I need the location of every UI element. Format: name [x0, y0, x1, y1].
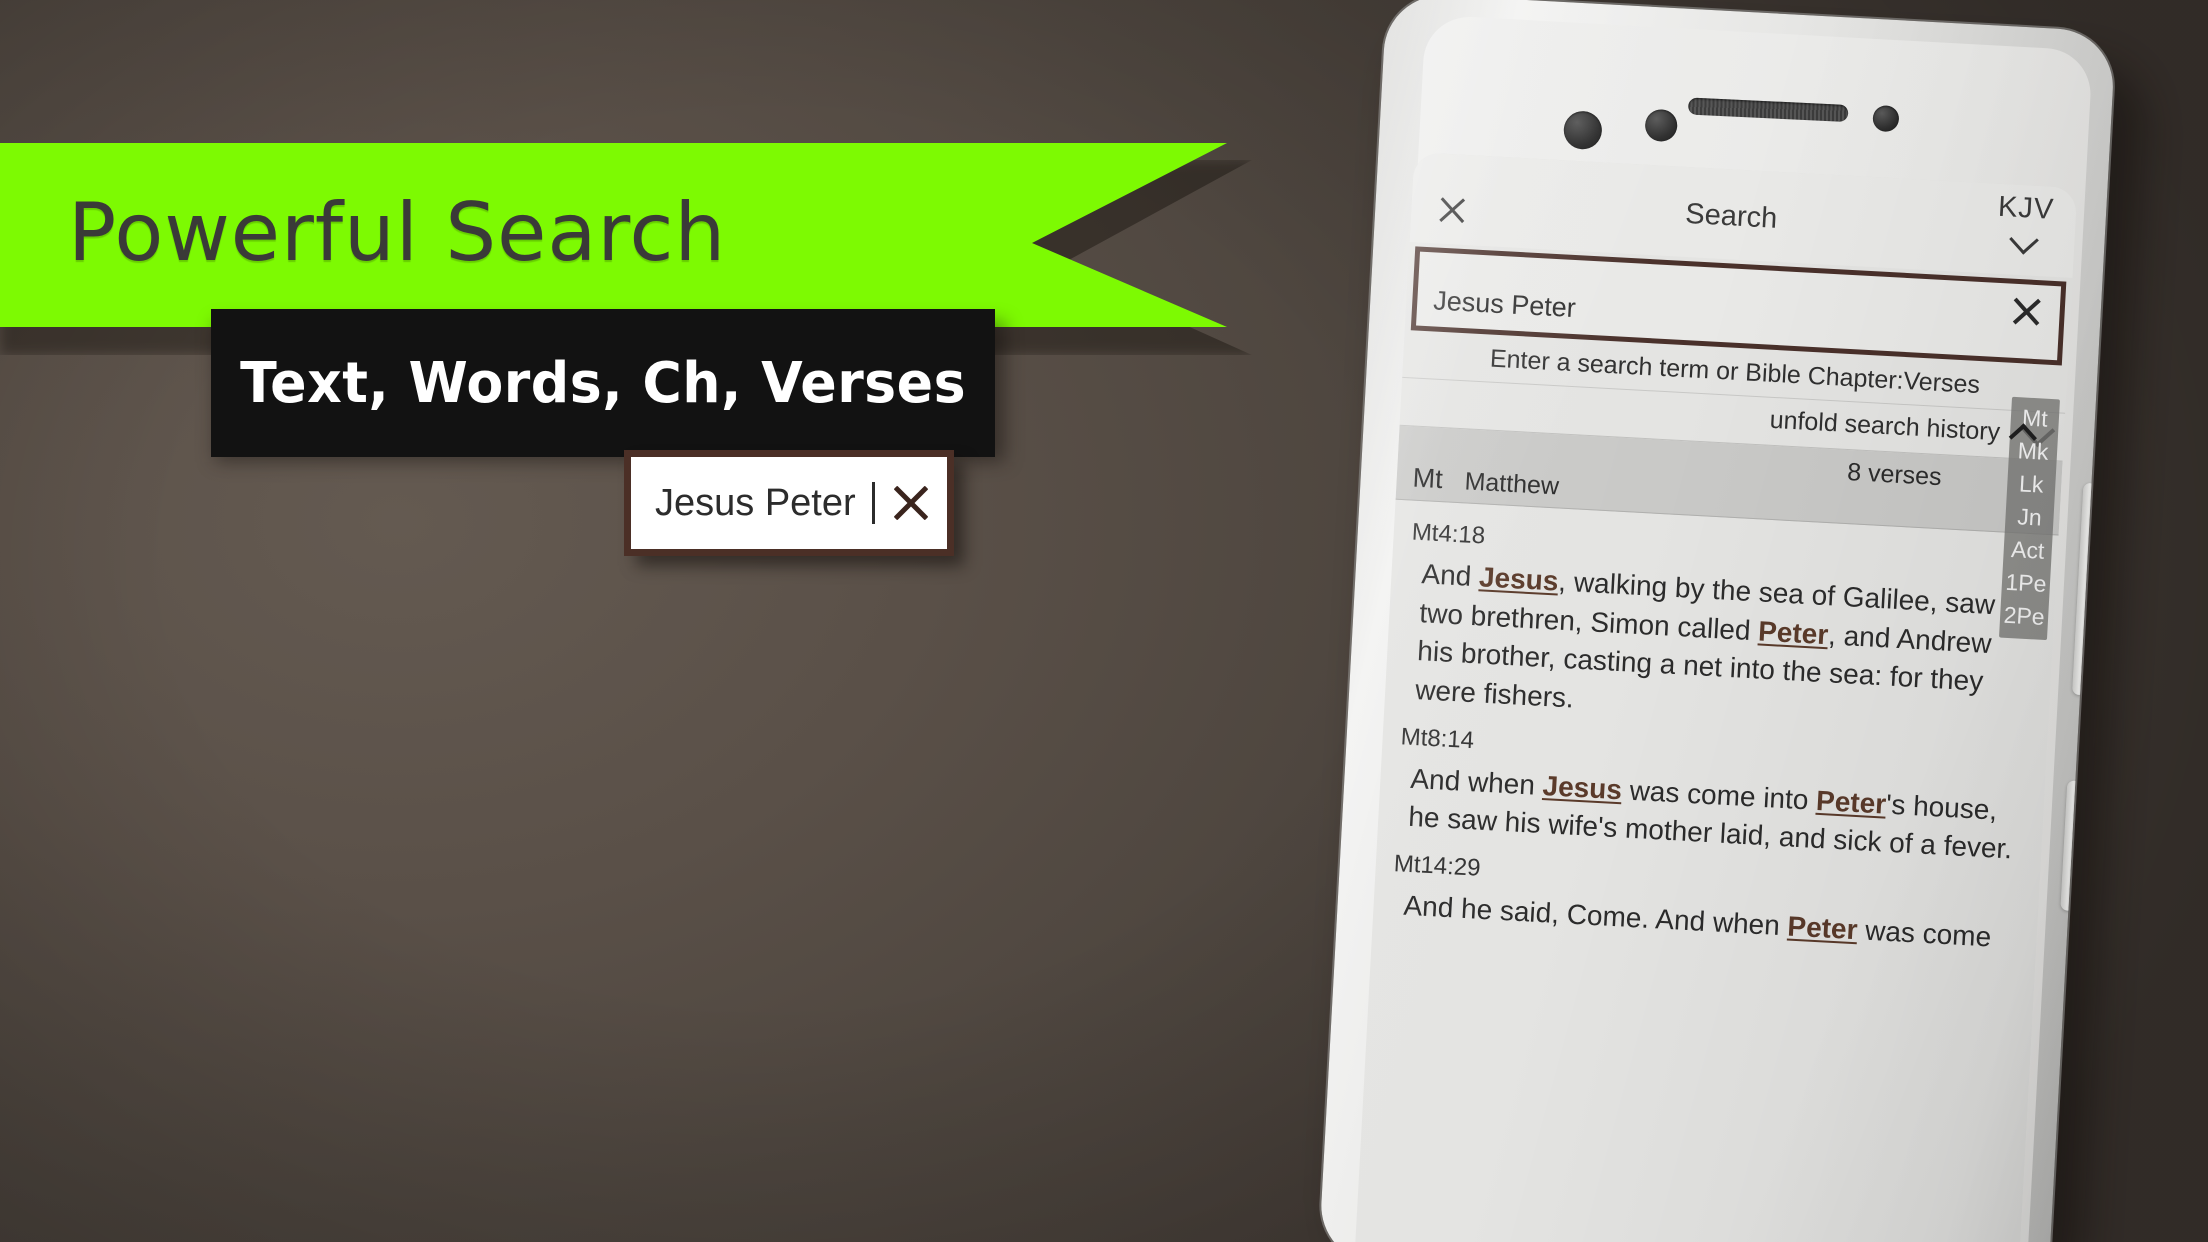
verse-text: And Jesus, walking by the sea of Galilee… — [1414, 558, 1996, 714]
verse-result-item[interactable]: Mt14:29 And he said, Come. And when Peter… — [1391, 850, 2022, 958]
book-rail-item-2pe[interactable]: 2Pe — [2003, 599, 2046, 634]
search-history-label: unfold search history — [1768, 405, 2001, 447]
app-bar-title: Search — [1684, 197, 1779, 235]
page-title: Powerful Search — [68, 186, 727, 279]
search-term-highlight: Jesus — [1478, 561, 1560, 597]
book-rail-item-act[interactable]: Act — [2010, 533, 2045, 568]
text-caret — [872, 482, 875, 524]
bible-version-label: KJV — [1997, 190, 2056, 226]
book-rail-item-1pe[interactable]: 1Pe — [2005, 566, 2048, 601]
search-term-highlight: Peter — [1757, 615, 1830, 650]
search-term-highlight: Jesus — [1541, 769, 1623, 805]
phone-body: Search KJV Jesus Peter Enter a search te… — [1318, 0, 2116, 1242]
book-abbrev-label: Mt — [1411, 462, 1444, 495]
search-results-list: Mt4:18 And Jesus, walking by the sea of G… — [1373, 500, 2059, 960]
chevron-down-icon — [2009, 224, 2040, 255]
phone-mockup: Search KJV Jesus Peter Enter a search te… — [1291, 0, 2208, 1242]
bible-version-selector[interactable]: KJV — [1996, 190, 2056, 258]
book-rail-item-lk[interactable]: Lk — [2018, 467, 2045, 501]
subhead-bar: Text, Words, Ch, Verses — [211, 309, 995, 457]
book-rail-item-jn[interactable]: Jn — [2017, 500, 2043, 534]
headline-ribbon: Powerful Search — [0, 143, 1227, 327]
search-term-highlight: Peter — [1815, 784, 1888, 820]
verse-count-badge: 8 verses — [1846, 458, 1943, 492]
verse-result-item[interactable]: Mt8:14 And when Jesus was come into Peter… — [1395, 723, 2028, 870]
overlay-search-box[interactable]: Jesus Peter — [624, 450, 954, 556]
subhead-text: Text, Words, Ch, Verses — [240, 350, 966, 416]
close-icon[interactable] — [2005, 289, 2049, 333]
close-icon[interactable] — [889, 481, 933, 525]
overlay-search-input[interactable]: Jesus Peter — [655, 482, 870, 525]
close-icon[interactable] — [1428, 186, 1476, 234]
phone-screen: Search KJV Jesus Peter Enter a search te… — [1352, 152, 2078, 1242]
search-term-highlight: Peter — [1786, 910, 1859, 945]
verse-result-item[interactable]: Mt4:18 And Jesus, walking by the sea of G… — [1402, 519, 2039, 743]
book-name-label: Matthew — [1463, 467, 1560, 501]
